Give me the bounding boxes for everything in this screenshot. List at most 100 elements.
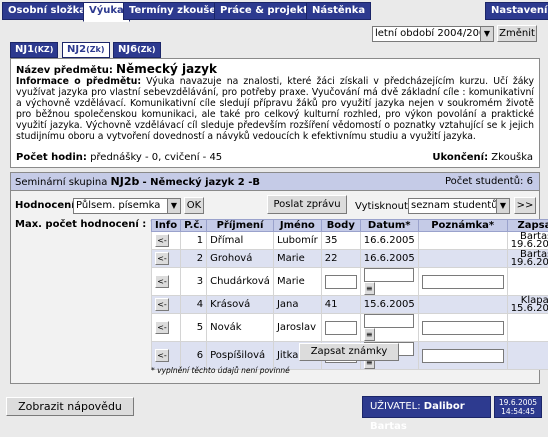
subject-info-label: Informace o předmětu: — [16, 76, 141, 87]
period-select[interactable]: letní období 2004/2005 ▼ — [372, 26, 494, 42]
students-label: Počet studentů: — [445, 176, 523, 187]
row-surname: Krásová — [207, 296, 274, 314]
hours-label: Počet hodin: — [16, 152, 87, 163]
row-date: 16.6.2005 — [360, 232, 418, 250]
rating-ok-button[interactable]: OK — [184, 197, 204, 214]
col-date: Datum* — [360, 220, 418, 232]
subtab-nj6-label: NJ6 — [118, 44, 137, 55]
tab-osobni-slozka[interactable]: Osobní složka — [2, 2, 92, 20]
subtab-nj1-suffix: (KZ) — [34, 45, 53, 54]
info-arrow-icon[interactable]: <- — [155, 298, 169, 311]
info-arrow-icon[interactable]: <- — [155, 234, 169, 247]
grades-header-row: Info P.č. Příjmení Jméno Body Datum* Poz… — [152, 220, 548, 232]
row-by-date: 19.6.2005 — [511, 257, 548, 268]
group-label: Seminární skupina — [15, 177, 107, 188]
print-select[interactable]: seznam studentů ▼ — [408, 198, 510, 214]
chevron-down-icon: ▼ — [496, 199, 509, 213]
print-go-button[interactable]: >> — [514, 197, 536, 214]
tab-prace-projekty[interactable]: Práce & projekty — [214, 2, 321, 20]
hours-value: přednášky - 0, cvičení - 45 — [90, 152, 222, 163]
user-bar: UŽIVATEL: Dalibor Bartas — [362, 396, 491, 418]
row-note — [418, 232, 507, 250]
row-name: Jaroslav — [273, 314, 321, 342]
date-input[interactable] — [364, 314, 414, 328]
row-surname: Chudárková — [207, 268, 274, 296]
calendar-icon[interactable]: ≡ — [364, 328, 375, 341]
students-value: 6 — [527, 176, 533, 187]
info-arrow-icon[interactable]: <- — [155, 252, 169, 265]
date-input[interactable] — [364, 268, 414, 282]
end-label: Ukončení: — [432, 152, 488, 163]
note-input[interactable] — [422, 275, 504, 289]
chevron-down-icon: ▼ — [480, 27, 493, 41]
clock-date: 19.6.2005 — [495, 398, 541, 407]
subtab-nj1-label: NJ1 — [15, 44, 34, 55]
send-message-button[interactable]: Poslat zprávu — [267, 195, 347, 214]
col-surname: Příjmení — [207, 220, 274, 232]
info-arrow-icon[interactable]: <- — [155, 275, 169, 288]
print-label: Vytisknout — [355, 201, 408, 212]
info-arrow-icon[interactable]: <- — [155, 321, 169, 334]
calendar-icon[interactable]: ≡ — [364, 282, 375, 295]
row-name: Jana — [273, 296, 321, 314]
change-period-button[interactable]: Změnit — [497, 25, 537, 42]
row-by: Bartas19.6.2005 — [507, 232, 548, 250]
row-by — [507, 342, 548, 370]
row-surname: Dřímal — [207, 232, 274, 250]
table-row: <- 3 Chudárková Marie ≡ — [152, 268, 548, 296]
subtab-nj2[interactable]: NJ2(Zk) — [62, 42, 110, 58]
tab-nastaveni[interactable]: Nastavení — [485, 2, 548, 20]
rating-select-value: Půlsem. písemka — [76, 200, 160, 211]
top-nav: Osobní složka Výuka Termíny zkoušek Prác… — [0, 0, 548, 22]
bottom-bar: Zobrazit nápovědu UŽIVATEL: Dalibor Bart… — [0, 392, 548, 420]
subtab-nj6-suffix: (Zk) — [137, 45, 155, 54]
subject-panel: Název předmětu: Německý jazyk Informace … — [10, 58, 540, 168]
row-date: 16.6.2005 — [360, 250, 418, 268]
max-ratings-label: Max. počet hodnocení : — [15, 219, 146, 230]
note-input[interactable] — [422, 349, 504, 363]
group-code: NJ2b — [111, 175, 140, 188]
group-title: - Německý jazyk 2 -B — [143, 177, 260, 188]
row-no: 1 — [181, 232, 207, 250]
row-by — [507, 314, 548, 342]
subject-info: Informace o předmětu: Výuka navazuje na … — [16, 76, 534, 142]
max-ratings: Max. počet hodnocení : 1 — [15, 219, 156, 230]
note-input[interactable] — [422, 321, 504, 335]
tab-terminy-zkousek[interactable]: Termíny zkoušek — [123, 2, 229, 20]
col-note: Poznámka* — [418, 220, 507, 232]
end-value: Zkouška — [491, 152, 533, 163]
save-grades-button[interactable]: Zapsat známky — [299, 343, 399, 361]
row-by: Bartas19.6.2005 — [507, 250, 548, 268]
rating-select[interactable]: Půlsem. písemka ▼ — [73, 198, 181, 214]
col-info: Info — [152, 220, 181, 232]
row-by: Klapal15.6.2005 — [507, 296, 548, 314]
table-row: <- 2 Grohová Marie 22 16.6.2005 Bartas19… — [152, 250, 548, 268]
rating-label: Hodnocení: — [15, 200, 79, 211]
row-no: 2 — [181, 250, 207, 268]
row-surname: Novák — [207, 314, 274, 342]
col-points: Body — [321, 220, 360, 232]
info-arrow-icon[interactable]: <- — [155, 349, 169, 362]
row-by — [507, 268, 548, 296]
clock-time: 14:54:45 — [495, 407, 541, 416]
period-select-value: letní období 2004/2005 — [375, 28, 492, 39]
tab-nastenka[interactable]: Nástěnka — [306, 2, 371, 20]
row-no: 4 — [181, 296, 207, 314]
row-note — [418, 296, 507, 314]
row-no: 3 — [181, 268, 207, 296]
row-name: Marie — [273, 268, 321, 296]
row-name: Lubomír — [273, 232, 321, 250]
group-header: Seminární skupina NJ2b - Německý jazyk 2… — [11, 173, 539, 191]
row-note — [418, 250, 507, 268]
subject-name-label: Název předmětu: — [16, 65, 113, 76]
print-select-value: seznam studentů — [411, 200, 498, 211]
subtab-nj2-label: NJ2 — [67, 44, 86, 55]
row-points: 35 — [321, 232, 360, 250]
row-no: 5 — [181, 314, 207, 342]
subtab-nj6[interactable]: NJ6(Zk) — [113, 42, 161, 58]
points-input[interactable] — [325, 275, 357, 289]
points-input[interactable] — [325, 321, 357, 335]
show-help-button[interactable]: Zobrazit nápovědu — [6, 397, 134, 416]
row-points: 22 — [321, 250, 360, 268]
subtab-nj1[interactable]: NJ1(KZ) — [10, 42, 58, 58]
